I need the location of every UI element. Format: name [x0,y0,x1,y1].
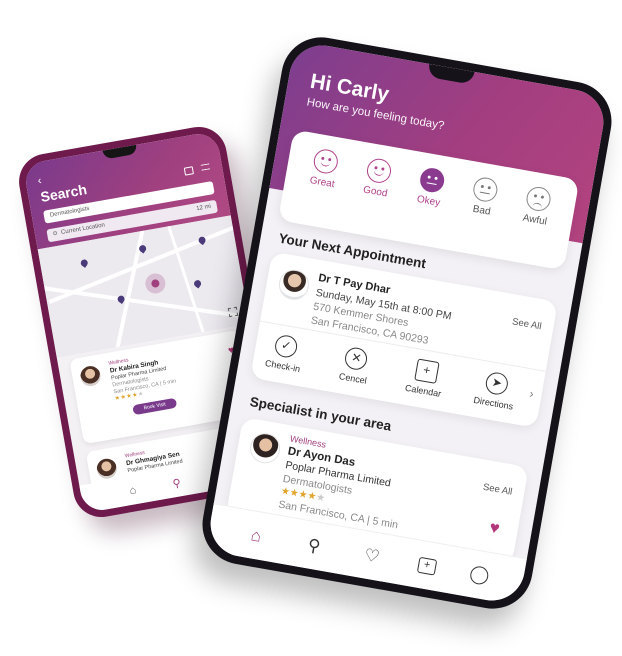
location-distance: 12 mi [195,203,212,213]
sad-face-icon [524,185,553,213]
home-icon[interactable]: ⌂ [129,484,138,497]
action-label: Check-in [264,358,301,375]
map-pin-icon[interactable] [79,258,90,268]
action-label: Cencel [338,371,368,386]
location-icon [52,230,58,236]
chevron-right-icon[interactable]: › [528,386,534,400]
mood-label: Awful [521,212,548,228]
star-icon: ★ [137,391,145,399]
check-icon: ✓ [273,333,299,360]
see-all-link[interactable]: See All [511,316,542,332]
map-icon[interactable] [183,166,194,176]
map-road [37,284,250,322]
mood-option-bad[interactable]: Bad [451,174,510,259]
action-label: Calendar [404,382,442,399]
calendar-icon: + [413,358,440,384]
see-all-link[interactable]: See All [482,482,513,498]
calendar-button[interactable]: + Calendar [397,356,454,400]
neutral-face-icon [471,175,500,204]
current-location-pin-icon [143,271,167,296]
cancel-icon: ✕ [343,346,370,372]
mood-label: Good [362,184,389,200]
home-phone: Hi Carly How are you feeling today? Grea… [196,31,618,615]
favorite-heart-icon[interactable]: ♥ [488,518,501,539]
mood-option-awful[interactable]: Awful [504,183,563,268]
home-icon[interactable]: ⌂ [243,524,270,548]
avatar [78,364,103,388]
star-icon: ★ [315,491,327,505]
map-pin-icon[interactable] [192,278,203,289]
expand-icon[interactable] [227,306,239,318]
mood-option-good[interactable]: Good [345,155,404,240]
mood-label: Okey [415,193,441,209]
mood-option-great[interactable]: Great [292,146,351,231]
heart-icon[interactable]: ♡ [358,544,385,568]
avatar [247,430,283,466]
directions-button[interactable]: ➤ Directions [467,368,524,412]
location-label: Current Location [60,222,106,237]
search-icon[interactable]: ⚲ [301,534,328,558]
check-in-button[interactable]: ✓ Check-in [256,331,313,375]
calendar-icon[interactable]: + [416,556,438,576]
cancel-button[interactable]: ✕ Cencel [326,343,383,387]
smile-face-icon [365,156,393,185]
neutral-face-icon [418,166,447,195]
filter-icon[interactable] [200,163,211,171]
avatar [276,267,312,303]
search-icon[interactable]: ⚲ [172,476,182,490]
smile-face-icon [311,147,340,176]
directions-icon: ➤ [484,370,510,397]
book-visit-button[interactable]: Book Visit [132,397,178,416]
mood-label: Great [308,175,336,191]
avatar [95,457,119,481]
profile-icon[interactable] [468,564,490,586]
mood-label: Bad [471,203,492,218]
mood-option-okey[interactable]: Okey [398,164,457,249]
home-screen: Hi Carly How are you feeling today? Grea… [205,40,609,606]
action-label: Directions [472,394,514,412]
